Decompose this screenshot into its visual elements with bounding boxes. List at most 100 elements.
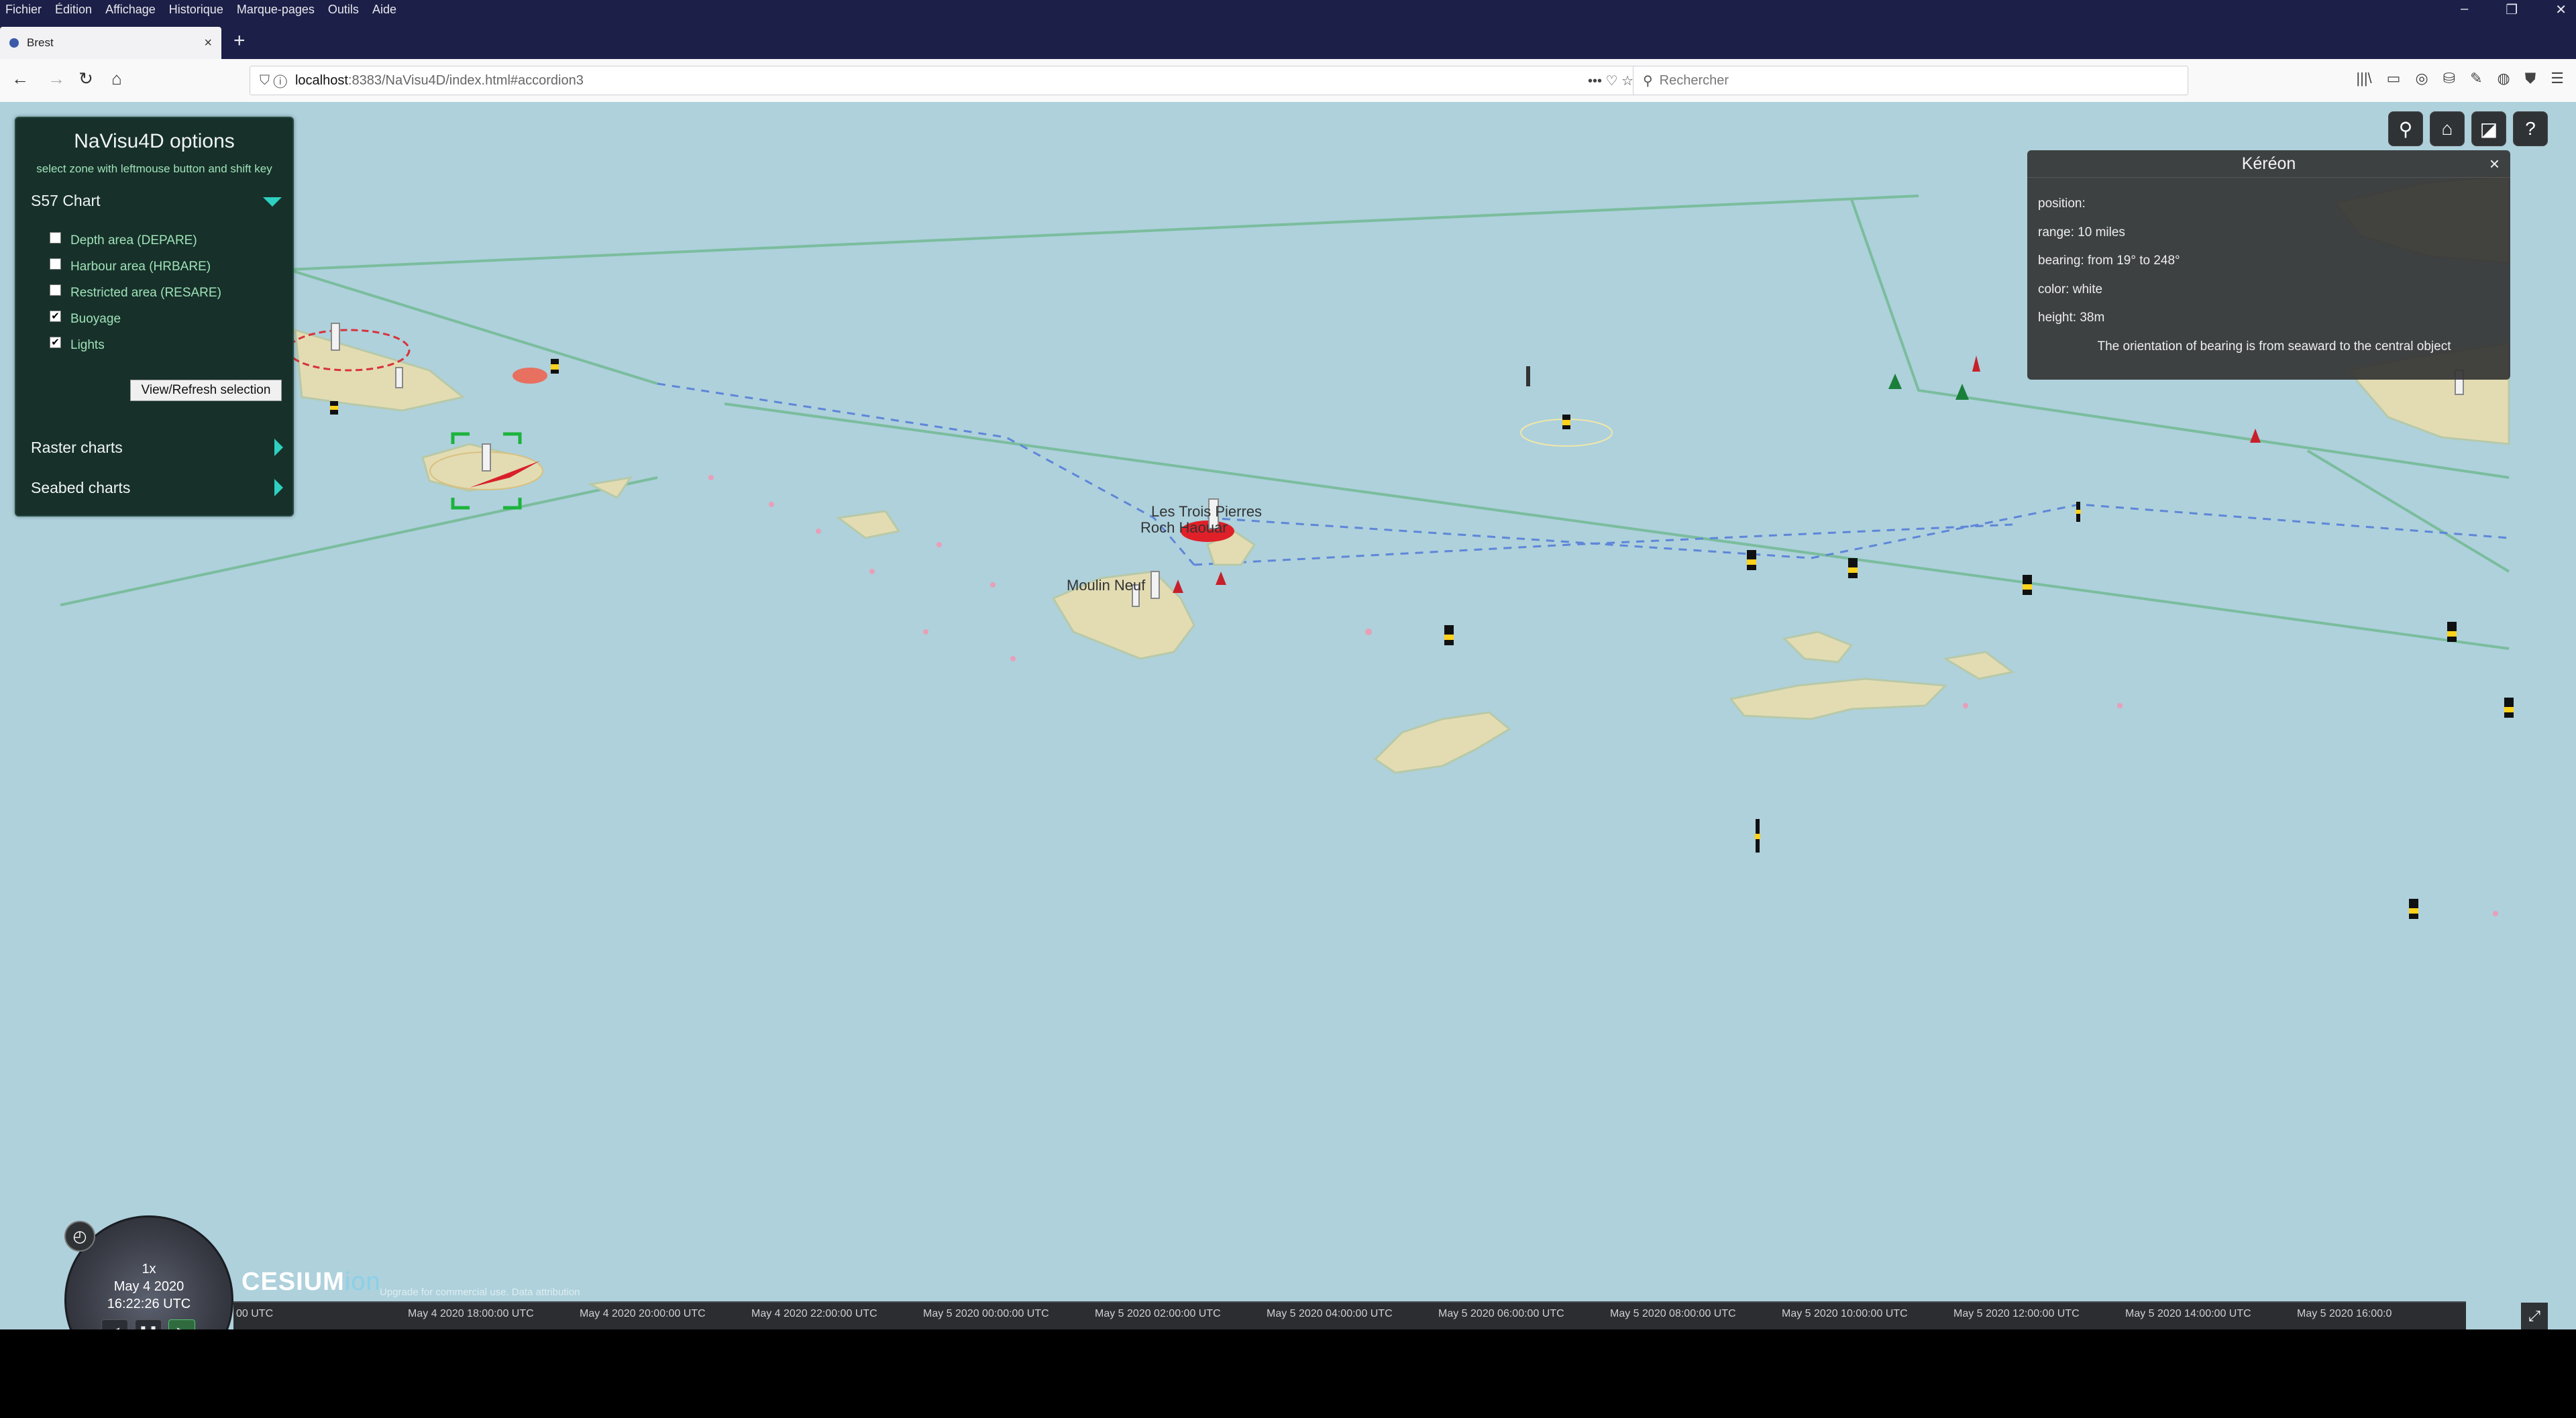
timeline-tick: 00 UTC: [236, 1308, 274, 1319]
extension-icon[interactable]: ⛁: [2443, 70, 2455, 87]
animation-date: May 4 2020: [113, 1279, 184, 1294]
info-box-kereon: Kéréon × position: range: 10 miles beari…: [2027, 150, 2510, 380]
info-height: height: 38m: [2038, 311, 2105, 325]
new-tab-button[interactable]: +: [233, 31, 246, 51]
layer-label: Lights: [70, 337, 105, 352]
accordion-seabed-charts[interactable]: Seabed charts: [31, 479, 294, 497]
info-close-icon[interactable]: ×: [2489, 150, 2500, 177]
minimize-button[interactable]: –: [2461, 1, 2468, 18]
timeline-tick: May 4 2020 20:00:00 UTC: [580, 1308, 706, 1319]
map-toolbar: ⚲ ⌂ ◪ ?: [2388, 111, 2548, 146]
fullscreen-icon[interactable]: ⤢: [2521, 1303, 2548, 1329]
buoys: [330, 356, 2514, 919]
toolbar-icons: |||\ ▭ ◎ ⛁ ✎ ◍ ⛊ ☰: [2356, 70, 2564, 87]
checkbox-lights[interactable]: ✔: [50, 337, 61, 348]
view-refresh-button[interactable]: View/Refresh selection: [130, 380, 282, 401]
layer-label: Restricted area (RESARE): [70, 285, 221, 300]
home-button[interactable]: ⌂: [105, 68, 129, 89]
info-title: Kéréon: [2241, 154, 2296, 173]
accordion-s57-label: S57 Chart: [31, 192, 101, 209]
home-view-icon[interactable]: ⌂: [2430, 111, 2465, 146]
layer-item-resare[interactable]: Restricted area (RESARE): [50, 280, 292, 306]
reload-button[interactable]: ↻: [74, 68, 98, 89]
rewind-button[interactable]: ◀: [101, 1319, 128, 1329]
info-bearing: bearing: from 19° to 248°: [2038, 254, 2180, 268]
menu-outils[interactable]: Outils: [328, 3, 359, 17]
menu-historique[interactable]: Historique: [169, 3, 223, 17]
layer-label: Buoyage: [70, 311, 121, 326]
menu-bar: Fichier Édition Affichage Historique Mar…: [0, 0, 2576, 21]
timeline-tick: May 5 2020 10:00:00 UTC: [1782, 1308, 1908, 1319]
url-bar[interactable]: ⛉ ⓘ localhost :8383/NaVisu4D/index.html#…: [250, 66, 1642, 95]
layer-item-hrbare[interactable]: Harbour area (HRBARE): [50, 254, 292, 280]
options-title: NaVisu4D options: [74, 130, 235, 152]
options-hint: select zone with leftmouse button and sh…: [36, 162, 272, 175]
back-button[interactable]: ←: [8, 68, 32, 89]
timeline-tick: May 4 2020 18:00:00 UTC: [408, 1308, 534, 1319]
timeline-tick: May 5 2020 06:00:00 UTC: [1438, 1308, 1564, 1319]
sidebar-icon[interactable]: ▭: [2387, 70, 2401, 87]
accordion-s57-chart[interactable]: S57 Chart: [31, 192, 292, 210]
layer-list: Depth area (DEPARE) Harbour area (HRBARE…: [50, 227, 292, 358]
timeline-tick: May 5 2020 12:00:00 UTC: [1953, 1308, 2080, 1319]
hamburger-menu-icon[interactable]: ☰: [2551, 70, 2564, 87]
help-icon[interactable]: ?: [2513, 111, 2548, 146]
map-viewport[interactable]: Les Trois Pierres Roch Haouar Moulin Neu…: [0, 102, 2576, 1329]
cesium-brand: CESIUM: [241, 1268, 345, 1296]
forward-button[interactable]: →: [44, 68, 68, 89]
map-label-roch-haouar: Roch Haouar: [1140, 519, 1228, 536]
page-actions-icon[interactable]: ••• ♡ ☆: [1588, 72, 1633, 89]
timeline-tick: May 5 2020 14:00:00 UTC: [2125, 1308, 2251, 1319]
timeline-tick: May 4 2020 22:00:00 UTC: [751, 1308, 877, 1319]
accordion-raster-label: Raster charts: [31, 439, 123, 456]
checkbox-hrbare[interactable]: [50, 258, 61, 270]
checkbox-buoyage[interactable]: ✔: [50, 311, 61, 322]
menu-fichier[interactable]: Fichier: [5, 3, 42, 17]
shield-addon-icon[interactable]: ⛊: [2525, 70, 2536, 87]
info-range: range: 10 miles: [2038, 225, 2125, 239]
pen-icon[interactable]: ✎: [2470, 70, 2482, 87]
menu-edition[interactable]: Édition: [55, 3, 92, 17]
chevron-right-icon[interactable]: [274, 439, 283, 456]
cesium-ion: ion: [344, 1268, 381, 1296]
url-path: :8383/NaVisu4D/index.html#accordion3: [347, 72, 584, 88]
library-icon[interactable]: |||\: [2356, 70, 2371, 87]
globe-icon[interactable]: ◍: [2498, 70, 2510, 87]
scene-mode-icon[interactable]: ◪: [2471, 111, 2506, 146]
tab-strip: Brest × +: [0, 21, 2576, 59]
layer-item-buoyage[interactable]: ✔ Buoyage: [50, 306, 292, 332]
layer-item-lights[interactable]: ✔ Lights: [50, 332, 292, 358]
search-bar[interactable]: ⚲ Rechercher: [1633, 66, 2188, 95]
info-position: position:: [2038, 197, 2086, 211]
tab-close-icon[interactable]: ×: [204, 36, 212, 51]
menu-affichage[interactable]: Affichage: [105, 3, 156, 17]
window-close-button[interactable]: ✕: [2555, 1, 2567, 18]
timeline-bar[interactable]: 00 UTC May 4 2020 18:00:00 UTC May 4 2020 …: [233, 1301, 2466, 1329]
credits-text[interactable]: Upgrade for commercial use. Data attribu…: [380, 1287, 580, 1298]
navigation-bar: ← → ↻ ⌂ ⛉ ⓘ localhost :8383/NaVisu4D/ind…: [0, 59, 2576, 103]
cesium-logo[interactable]: CESIUMion: [241, 1268, 381, 1297]
clock-icon[interactable]: ◴: [64, 1221, 95, 1252]
checkbox-depare[interactable]: [50, 232, 61, 243]
timeline-tick: May 5 2020 02:00:00 UTC: [1095, 1308, 1221, 1319]
play-button[interactable]: ▶: [168, 1319, 195, 1329]
favicon-icon: [9, 38, 19, 48]
checkbox-resare[interactable]: [50, 284, 61, 296]
maximize-button[interactable]: ❐: [2506, 1, 2518, 18]
chevron-right-icon[interactable]: [274, 479, 283, 496]
search-placeholder: Rechercher: [1659, 72, 1729, 88]
layer-item-depare[interactable]: Depth area (DEPARE): [50, 227, 292, 254]
map-label-les-trois-pierres: Les Trois Pierres: [1151, 503, 1262, 520]
geocoder-search-icon[interactable]: ⚲: [2388, 111, 2423, 146]
info-note: The orientation of bearing is from seawa…: [2097, 339, 2451, 353]
shield-icon[interactable]: ⛉ ⓘ: [260, 73, 287, 89]
accordion-raster-charts[interactable]: Raster charts: [31, 439, 294, 457]
tab-brest[interactable]: Brest ×: [0, 27, 221, 59]
chevron-down-icon[interactable]: [263, 197, 282, 207]
animation-speed: 1x: [142, 1262, 156, 1276]
menu-aide[interactable]: Aide: [372, 3, 396, 17]
pause-button[interactable]: ❚❚: [135, 1319, 162, 1329]
menu-marque-pages[interactable]: Marque-pages: [237, 3, 315, 17]
account-icon[interactable]: ◎: [2415, 70, 2428, 87]
timeline-tick: May 5 2020 00:00:00 UTC: [923, 1308, 1049, 1319]
